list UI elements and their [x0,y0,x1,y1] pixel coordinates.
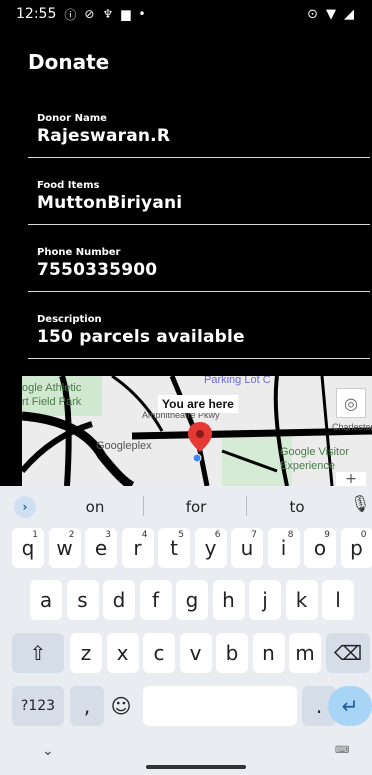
symbols-key[interactable]: ?123 [12,686,64,726]
suggestion-2[interactable]: for [178,498,214,516]
key-o[interactable]: o9 [304,528,336,568]
location-map[interactable]: ogle Athletic rt Field Park Parking Lot … [22,376,372,486]
key-m[interactable]: m [289,633,321,673]
key-w[interactable]: w2 [48,528,81,568]
suggestion-1[interactable]: on [80,498,110,516]
key-label: t [170,536,178,560]
food-items-label: Food Items [37,180,100,191]
key-c[interactable]: c [143,633,175,673]
key-label: r [133,536,142,560]
suggestion-divider [246,496,247,516]
key-v[interactable]: v [179,633,212,673]
key-g[interactable]: g [176,580,208,620]
location-pin-icon[interactable] [188,422,212,462]
key-n[interactable]: n [252,633,285,673]
key-i[interactable]: i8 [267,528,300,568]
suggestion-3[interactable]: to [282,498,312,516]
key-number-hint: 0 [360,530,367,540]
key-number-hint: 4 [141,530,148,540]
shield-off-icon: ⊘ [84,7,95,21]
key-y[interactable]: y6 [194,528,227,568]
wifi-icon: ▼ [326,6,336,22]
map-label-charleston: Charleston [332,422,372,432]
donor-name-field[interactable]: Donor Name Rajeswaran.R [28,113,370,158]
key-d[interactable]: d [103,580,135,620]
suggestion-bar: › on for to 🎙 [0,486,372,526]
crosshair-icon: ◎ [344,393,358,413]
key-b[interactable]: b [216,633,248,673]
signal-icon: ◢ [344,6,354,22]
chevron-down-icon[interactable]: ⌄ [42,743,54,759]
phone-number-value[interactable]: 7550335900 [37,260,370,280]
description-value[interactable]: 150 parcels available [37,327,370,347]
key-h[interactable]: h [212,580,245,620]
status-icons: ⓘ ⊘ ♆ ▆ • [64,6,145,23]
key-number-hint: 5 [178,530,184,540]
backspace-key[interactable]: ⌫ [326,633,370,673]
key-j[interactable]: j [249,580,281,620]
enter-key[interactable]: ↵ [328,686,372,726]
emoji-key[interactable]: ☺ [104,686,138,726]
description-field[interactable]: Description 150 parcels available [28,314,370,359]
key-number-hint: 1 [32,530,38,540]
map-label-googleplex: Googleplex [96,440,152,452]
key-number-hint: 8 [287,530,294,540]
key-u[interactable]: u7 [231,528,263,568]
mic-icon[interactable]: 🎙 [350,494,370,513]
page-title: Donate [28,50,110,74]
dot-icon: • [138,7,146,21]
status-bar: 12:55 ⓘ ⊘ ♆ ▆ • ⊙ ▼ ◢ [0,0,372,28]
key-label: i [280,536,287,560]
my-location-button[interactable]: ◎ [336,388,366,418]
key-e[interactable]: e3 [85,528,117,568]
map-label-parking: Parking Lot C [204,376,271,386]
key-t[interactable]: t5 [158,528,190,568]
zoom-in-button[interactable]: + [336,472,366,486]
key-number-hint: 6 [214,530,221,540]
suggestion-divider [143,496,144,516]
key-number-hint: 3 [105,530,111,540]
key-number-hint: 7 [251,530,257,540]
keyboard-icon[interactable]: ⌨ [335,745,350,756]
shift-key[interactable]: ⇧ [12,633,64,673]
phone-number-field[interactable]: Phone Number 7550335900 [28,247,370,292]
key-q[interactable]: q1 [12,528,44,568]
map-label-athletic: ogle Athletic [22,382,82,394]
status-right-icons: ⊙ ▼ ◢ [307,7,354,22]
location-icon: ⊙ [307,6,318,22]
nav-bar: ⌄ ⌨ [0,735,372,775]
key-number-hint: 2 [68,530,75,540]
key-k[interactable]: k [285,580,318,620]
status-time: 12:55 [16,6,57,22]
home-handle[interactable] [146,765,246,769]
wifi-sync-icon: ♆ [102,7,114,21]
food-items-value[interactable]: MuttonBiriyani [37,193,370,213]
go-arrow-icon[interactable]: › [14,496,36,518]
map-label-field-park: rt Field Park [22,396,82,408]
phone-number-label: Phone Number [37,247,121,258]
map-marker-tooltip: You are here [158,395,238,413]
food-items-field[interactable]: Food Items MuttonBiriyani [28,180,370,225]
key-x[interactable]: x [106,633,139,673]
comma-key[interactable]: , [70,686,104,726]
sim-card-icon: ▆ [121,7,131,21]
key-a[interactable]: a [30,580,62,620]
key-s[interactable]: s [66,580,99,620]
donor-name-value[interactable]: Rajeswaran.R [37,126,370,146]
key-z[interactable]: z [70,633,102,673]
key-p[interactable]: p0 [340,528,372,568]
space-key[interactable] [143,686,297,726]
key-number-hint: 9 [324,530,330,540]
description-label: Description [37,314,102,325]
map-label-experience: Experience [280,460,336,472]
key-f[interactable]: f [139,580,172,620]
map-label-visitor: Google Visitor [280,446,349,458]
key-r[interactable]: r4 [121,528,154,568]
key-l[interactable]: l [322,580,354,620]
donor-name-label: Donor Name [37,113,107,124]
info-icon: ⓘ [64,7,77,22]
